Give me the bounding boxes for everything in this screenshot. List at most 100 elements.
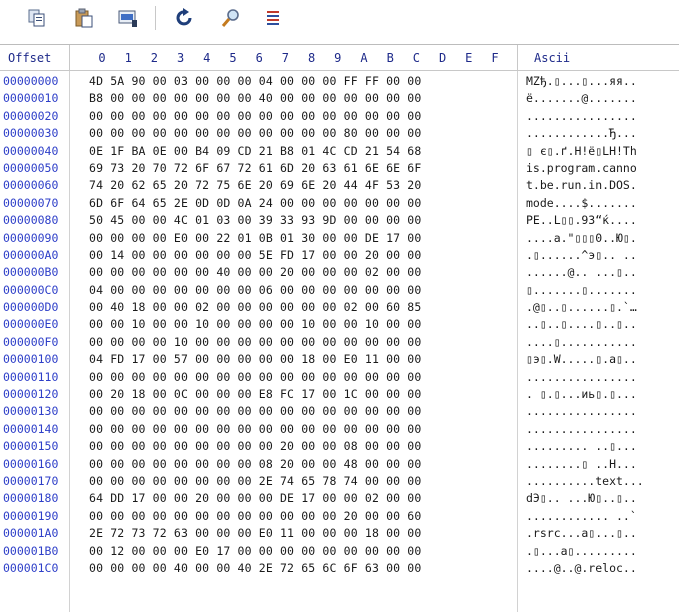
row-ascii[interactable]: t.be.run.in.DOS. <box>526 178 637 192</box>
row-hex-bytes[interactable]: 04 00 00 00 00 00 00 00 06 00 00 00 00 0… <box>89 283 421 297</box>
hex-row[interactable]: 00000030 00 00 00 00 00 00 00 00 00 00 00… <box>0 124 679 141</box>
row-ascii[interactable]: ..........text... <box>526 474 644 488</box>
row-ascii[interactable]: ................ <box>526 422 637 436</box>
row-ascii[interactable]: .▯......^э▯.. .. <box>526 248 637 262</box>
row-hex-bytes[interactable]: 4D 5A 90 00 03 00 00 00 04 00 00 00 FF F… <box>89 74 421 88</box>
row-hex-bytes[interactable]: 00 00 10 00 00 10 00 00 00 00 10 00 00 1… <box>89 317 421 331</box>
row-hex-bytes[interactable]: 6D 6F 64 65 2E 0D 0D 0A 24 00 00 00 00 0… <box>89 196 421 210</box>
row-hex-bytes[interactable]: 50 45 00 00 4C 01 03 00 39 33 93 9D 00 0… <box>89 213 421 227</box>
hex-row[interactable]: 00000010 B8 00 00 00 00 00 00 00 40 00 00… <box>0 89 679 106</box>
row-ascii[interactable]: ......... ..▯... <box>526 439 637 453</box>
hex-row[interactable]: 00000090 00 00 00 00 E0 00 22 01 0B 01 30… <box>0 229 679 246</box>
row-ascii[interactable]: ..▯..▯....▯..▯.. <box>526 317 637 331</box>
row-hex-bytes[interactable]: 00 00 00 00 10 00 00 00 00 00 00 00 00 0… <box>89 335 421 349</box>
row-hex-bytes[interactable]: 00 00 00 00 00 00 00 00 00 00 00 00 80 0… <box>89 126 421 140</box>
hex-row[interactable]: 000000B0 00 00 00 00 00 00 40 00 00 20 00… <box>0 263 679 280</box>
hex-row[interactable]: 000000F0 00 00 00 00 10 00 00 00 00 00 00… <box>0 333 679 350</box>
row-hex-bytes[interactable]: 69 73 20 70 72 6F 67 72 61 6D 20 63 61 6… <box>89 161 421 175</box>
row-ascii[interactable]: ................ <box>526 370 637 384</box>
row-ascii[interactable]: ................ <box>526 109 637 123</box>
row-ascii[interactable]: .▯...а▯......... <box>526 544 637 558</box>
column-header-B: B <box>386 51 394 65</box>
row-ascii[interactable]: ....@..@.reloc.. <box>526 561 637 575</box>
row-ascii[interactable]: dЭ▯.. ...Ю▯..▯.. <box>526 491 637 505</box>
select-all-button[interactable] <box>116 6 140 30</box>
row-hex-bytes[interactable]: 74 20 62 65 20 72 75 6E 20 69 6E 20 44 4… <box>89 178 421 192</box>
row-ascii[interactable]: ......@.. ...▯.. <box>526 265 637 279</box>
hex-row[interactable]: 00000050 69 73 20 70 72 6F 67 72 61 6D 20… <box>0 159 679 176</box>
hex-row[interactable]: 00000060 74 20 62 65 20 72 75 6E 20 69 6E… <box>0 176 679 193</box>
row-hex-bytes[interactable]: 00 00 00 00 00 00 40 00 00 20 00 00 00 0… <box>89 265 421 279</box>
goto-button[interactable] <box>173 6 197 30</box>
row-hex-bytes[interactable]: 2E 72 73 72 63 00 00 00 E0 11 00 00 00 1… <box>89 526 421 540</box>
row-ascii[interactable]: ▯э▯.W.....▯.а▯.. <box>526 352 637 366</box>
paste-button[interactable] <box>72 6 96 30</box>
search-button[interactable] <box>219 6 243 30</box>
row-ascii[interactable]: . ▯.▯...иь▯.▯... <box>526 387 637 401</box>
row-ascii[interactable]: ▯.......▯....... <box>526 283 637 297</box>
hex-row[interactable]: 00000120 00 20 18 00 0C 00 00 00 E8 FC 17… <box>0 385 679 402</box>
row-ascii[interactable]: ё.......@....... <box>526 91 637 105</box>
row-hex-bytes[interactable]: 00 00 00 00 00 00 00 00 00 00 00 00 00 0… <box>89 404 421 418</box>
hex-row[interactable]: 00000180 64 DD 17 00 00 20 00 00 00 DE 17… <box>0 489 679 506</box>
row-hex-bytes[interactable]: 00 00 00 00 00 00 00 00 00 00 00 00 00 0… <box>89 370 421 384</box>
hex-row[interactable]: 00000140 00 00 00 00 00 00 00 00 00 00 00… <box>0 420 679 437</box>
row-hex-bytes[interactable]: 00 00 00 00 00 00 00 00 00 20 00 00 08 0… <box>89 439 421 453</box>
row-hex-bytes[interactable]: 0E 1F BA 0E 00 B4 09 CD 21 B8 01 4C CD 2… <box>89 144 421 158</box>
hex-view[interactable]: Offset 0 1 2 3 4 5 6 7 8 9 A B C D E F Ascii 00000000 4D… <box>0 44 679 612</box>
hex-row[interactable]: 000001C0 00 00 00 00 40 00 00 40 2E 72 65… <box>0 559 679 576</box>
hex-row[interactable]: 000000C0 04 00 00 00 00 00 00 00 06 00 00… <box>0 281 679 298</box>
hex-row[interactable]: 000000E0 00 00 10 00 00 10 00 00 00 00 10… <box>0 315 679 332</box>
row-ascii[interactable]: ....▯........... <box>526 335 637 349</box>
copy-button[interactable] <box>25 6 49 30</box>
row-hex-bytes[interactable]: 00 14 00 00 00 00 00 00 5E FD 17 00 00 2… <box>89 248 421 262</box>
hex-row[interactable]: 000001B0 00 12 00 00 00 E0 17 00 00 00 00… <box>0 542 679 559</box>
row-hex-bytes[interactable]: 00 00 00 00 00 00 00 00 2E 74 65 78 74 0… <box>89 474 421 488</box>
hex-row[interactable]: 00000080 50 45 00 00 4C 01 03 00 39 33 93… <box>0 211 679 228</box>
row-ascii[interactable]: ............ ..` <box>526 509 637 523</box>
hex-row[interactable]: 00000040 0E 1F BA 0E 00 B4 09 CD 21 B8 01… <box>0 142 679 159</box>
row-offset: 00000010 <box>3 91 59 106</box>
row-hex-bytes[interactable]: 00 20 18 00 0C 00 00 00 E8 FC 17 00 1C 0… <box>89 387 421 401</box>
row-ascii[interactable]: ........▯ ..H... <box>526 457 637 471</box>
row-ascii[interactable]: ▯ є▯.ґ.Н!ё▯LН!Th <box>526 144 637 158</box>
row-hex-bytes[interactable]: 00 00 00 00 00 00 00 00 00 00 00 00 00 0… <box>89 109 421 123</box>
row-hex-bytes[interactable]: 00 00 00 00 E0 00 22 01 0B 01 30 00 00 D… <box>89 231 421 245</box>
row-hex-bytes[interactable]: 64 DD 17 00 00 20 00 00 00 DE 17 00 00 0… <box>89 491 421 505</box>
options-button[interactable] <box>261 6 285 30</box>
row-ascii[interactable]: ....а."▯▯▯0..Ю▯. <box>526 231 637 245</box>
hex-row[interactable]: 00000190 00 00 00 00 00 00 00 00 00 00 00… <box>0 507 679 524</box>
ascii-header-label: Ascii <box>534 51 571 65</box>
hex-row[interactable]: 00000160 00 00 00 00 00 00 00 00 08 20 00… <box>0 455 679 472</box>
hex-row[interactable]: 000001A0 2E 72 73 72 63 00 00 00 E0 11 00… <box>0 524 679 541</box>
hex-row[interactable]: 00000170 00 00 00 00 00 00 00 00 2E 74 65… <box>0 472 679 489</box>
row-ascii[interactable]: .rsrc...а▯...▯.. <box>526 526 637 540</box>
row-ascii[interactable]: ................ <box>526 404 637 418</box>
row-hex-bytes[interactable]: 00 00 00 00 40 00 00 40 2E 72 65 6C 6F 6… <box>89 561 421 575</box>
row-ascii[interactable]: mode....$....... <box>526 196 637 210</box>
row-ascii[interactable]: MZђ.▯...▯...яя.. <box>526 74 637 88</box>
hex-row[interactable]: 00000110 00 00 00 00 00 00 00 00 00 00 00… <box>0 368 679 385</box>
row-hex-bytes[interactable]: 00 00 00 00 00 00 00 00 00 00 00 00 20 0… <box>89 509 421 523</box>
hex-row[interactable]: 00000070 6D 6F 64 65 2E 0D 0D 0A 24 00 00… <box>0 194 679 211</box>
list-settings-icon <box>267 11 279 25</box>
hex-row[interactable]: 00000130 00 00 00 00 00 00 00 00 00 00 00… <box>0 402 679 419</box>
hex-row[interactable]: 00000100 04 FD 17 00 57 00 00 00 00 00 18… <box>0 350 679 367</box>
row-ascii[interactable]: ............Ђ... <box>526 126 637 140</box>
hex-row[interactable]: 00000000 4D 5A 90 00 03 00 00 00 04 00 00… <box>0 72 679 89</box>
row-ascii[interactable]: is.program.canno <box>526 161 637 175</box>
row-hex-bytes[interactable]: 00 12 00 00 00 E0 17 00 00 00 00 00 00 0… <box>89 544 421 558</box>
row-hex-bytes[interactable]: 04 FD 17 00 57 00 00 00 00 00 18 00 E0 1… <box>89 352 421 366</box>
hex-row[interactable]: 00000020 00 00 00 00 00 00 00 00 00 00 00… <box>0 107 679 124</box>
row-offset: 00000050 <box>3 160 59 175</box>
row-hex-bytes[interactable]: 00 00 00 00 00 00 00 00 08 20 00 00 48 0… <box>89 457 421 471</box>
row-ascii[interactable]: PE..L▯▯.93“ќ.... <box>526 213 637 227</box>
hex-row[interactable]: 00000150 00 00 00 00 00 00 00 00 00 20 00… <box>0 437 679 454</box>
hex-row[interactable]: 000000D0 00 40 18 00 00 02 00 00 00 00 00… <box>0 298 679 315</box>
row-ascii[interactable]: .@▯..▯......▯.`… <box>526 300 637 314</box>
row-hex-bytes[interactable]: 00 00 00 00 00 00 00 00 00 00 00 00 00 0… <box>89 422 421 436</box>
row-hex-bytes[interactable]: B8 00 00 00 00 00 00 00 40 00 00 00 00 0… <box>89 91 421 105</box>
row-hex-bytes[interactable]: 00 40 18 00 00 02 00 00 00 00 00 00 02 0… <box>89 300 421 314</box>
row-offset: 00000040 <box>3 143 59 158</box>
hex-row[interactable]: 000000A0 00 14 00 00 00 00 00 00 5E FD 17… <box>0 246 679 263</box>
